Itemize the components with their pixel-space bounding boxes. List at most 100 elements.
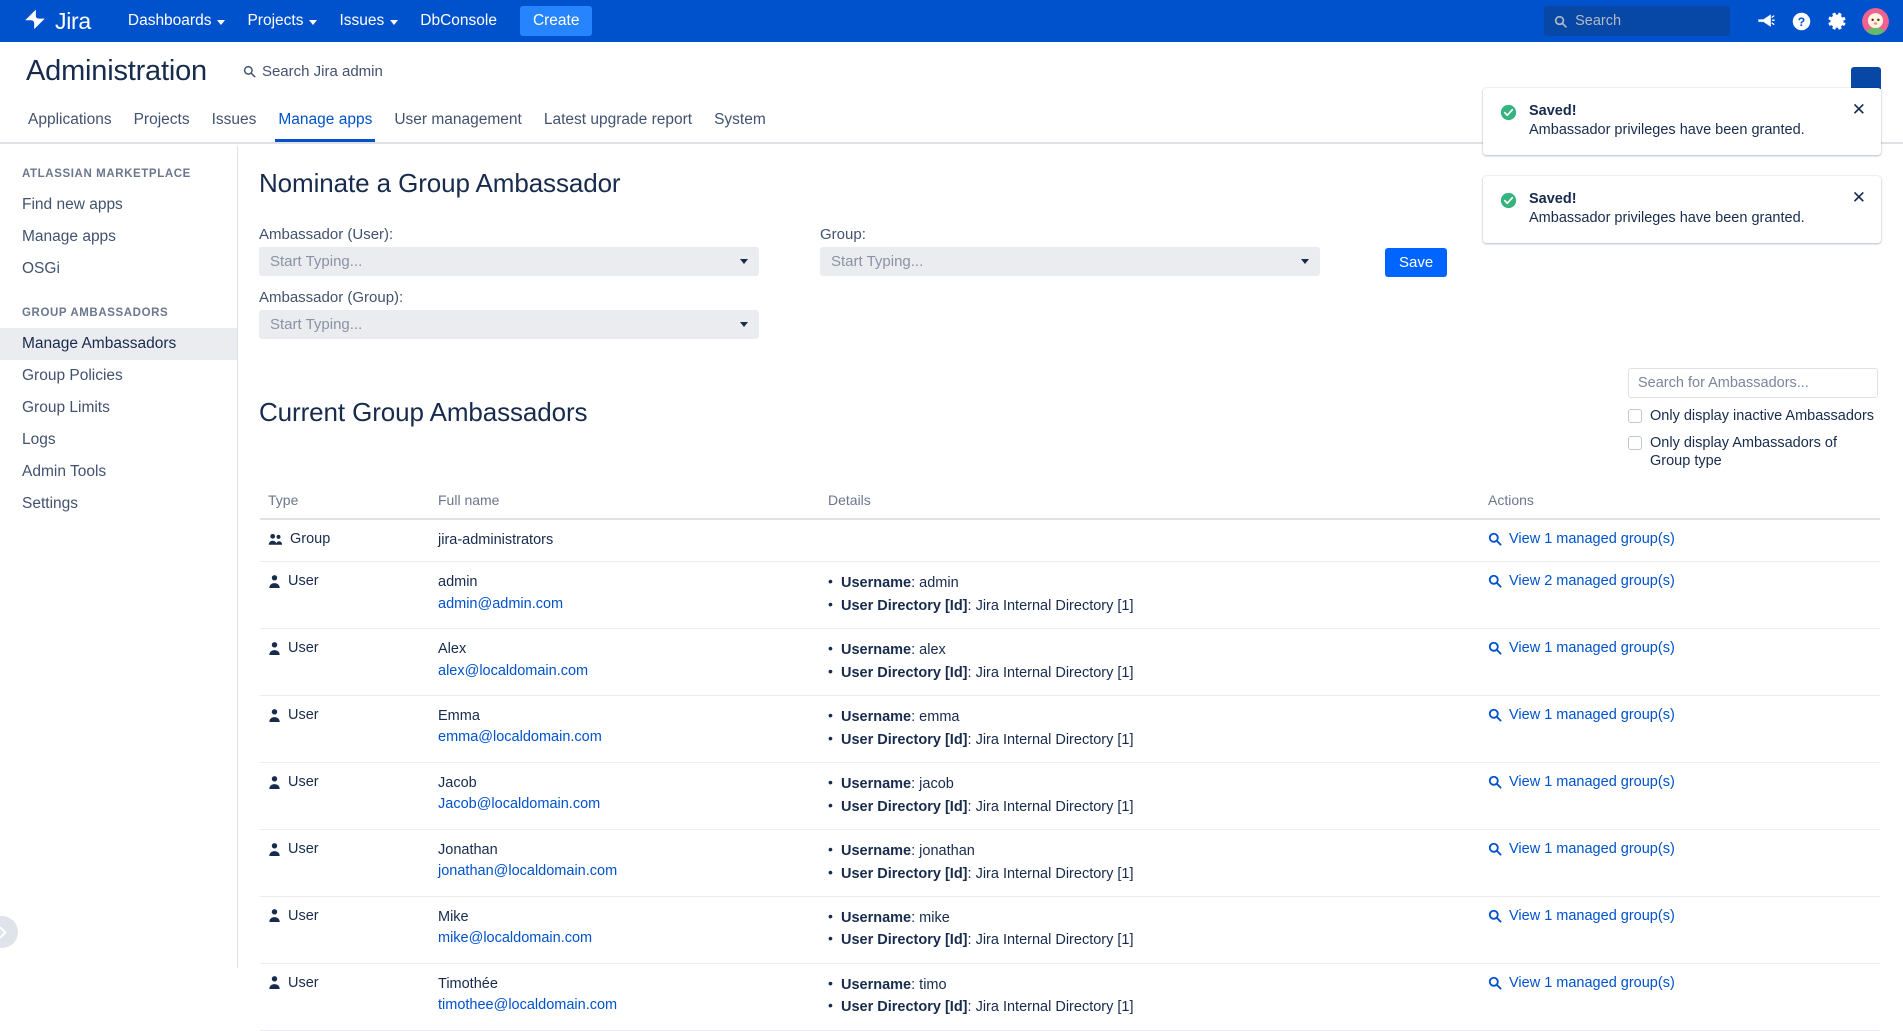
tab-system[interactable]: System bbox=[703, 108, 777, 140]
filter-group-type-ambassadors[interactable]: Only display Ambassadors of Group type bbox=[1628, 434, 1878, 470]
row-email-link[interactable]: alex@localdomain.com bbox=[438, 660, 828, 682]
table-row: User Timothée timothee@localdomain.comUser… bbox=[260, 964, 1880, 1031]
search-icon bbox=[1488, 909, 1502, 923]
row-details-list: Username: jacobUser Directory [Id]: Jira… bbox=[828, 772, 1488, 818]
toast-close-button-1[interactable]: ✕ bbox=[1852, 101, 1866, 118]
hidden-panel-peek[interactable] bbox=[1851, 67, 1881, 89]
jira-home-logo[interactable]: Jira bbox=[22, 8, 91, 34]
view-managed-groups-link[interactable]: View 1 managed group(s) bbox=[1488, 773, 1872, 790]
sidebar-item-settings[interactable]: Settings bbox=[0, 488, 237, 520]
row-email-link[interactable]: mike@localdomain.com bbox=[438, 927, 828, 949]
tab-user-management[interactable]: User management bbox=[383, 108, 533, 140]
checkbox-inactive-ambassadors[interactable] bbox=[1628, 409, 1642, 423]
tab-manage-apps[interactable]: Manage apps bbox=[267, 108, 383, 142]
view-managed-groups-link[interactable]: View 1 managed group(s) bbox=[1488, 907, 1872, 924]
create-button[interactable]: Create bbox=[519, 6, 593, 36]
tab-projects[interactable]: Projects bbox=[123, 108, 201, 140]
sidebar-group-label-group-ambassadors: GROUP AMBASSADORS bbox=[22, 307, 169, 319]
group-select[interactable]: Start Typing... bbox=[820, 247, 1320, 276]
tab-latest-upgrade-report[interactable]: Latest upgrade report bbox=[533, 108, 703, 140]
view-managed-groups-link[interactable]: View 2 managed group(s) bbox=[1488, 572, 1872, 589]
sidebar-item-manage-ambassadors[interactable]: Manage Ambassadors bbox=[0, 328, 237, 360]
toast-text-2: Saved! Ambassador privileges have been g… bbox=[1529, 191, 1805, 226]
global-search-input[interactable] bbox=[1575, 13, 1720, 29]
row-detail-directory: User Directory [Id]: Jira Internal Direc… bbox=[828, 594, 1488, 617]
row-detail-directory: User Directory [Id]: Jira Internal Direc… bbox=[828, 928, 1488, 951]
sidebar-item-admin-tools[interactable]: Admin Tools bbox=[0, 456, 237, 488]
sidebar-item-manage-apps[interactable]: Manage apps bbox=[0, 221, 237, 253]
nav-item-dashboards[interactable]: Dashboards bbox=[117, 0, 237, 42]
row-detail-directory: User Directory [Id]: Jira Internal Direc… bbox=[828, 861, 1488, 885]
search-icon bbox=[1488, 532, 1502, 546]
admin-search[interactable]: Search Jira admin bbox=[243, 63, 383, 80]
sidebar-item-find-new-apps[interactable]: Find new apps bbox=[0, 189, 237, 221]
ambassador-group-select[interactable]: Start Typing... bbox=[259, 310, 759, 339]
settings-button[interactable] bbox=[1820, 4, 1854, 38]
table-row: Group jira-administrators View 1 managed g… bbox=[260, 520, 1880, 563]
column-header-actions: Actions bbox=[1488, 492, 1534, 508]
tab-applications[interactable]: Applications bbox=[17, 108, 123, 140]
nav-item-dbconsole[interactable]: DbConsole bbox=[409, 0, 508, 42]
user-avatar[interactable] bbox=[1862, 7, 1889, 35]
search-icon bbox=[1488, 976, 1502, 990]
sidebar-item-logs[interactable]: Logs bbox=[0, 424, 237, 456]
row-full-name: Mike bbox=[438, 908, 469, 925]
row-detail-username: Username: admin bbox=[828, 571, 1488, 594]
chevron-down-icon bbox=[740, 259, 748, 264]
sidebar-group-label-marketplace: ATLASSIAN MARKETPLACE bbox=[22, 168, 191, 180]
sidebar-item-group-policies[interactable]: Group Policies bbox=[0, 360, 237, 392]
row-email-link[interactable]: Jacob@localdomain.com bbox=[438, 793, 828, 815]
announcements-button[interactable] bbox=[1748, 4, 1782, 38]
ambassador-user-select[interactable]: Start Typing... bbox=[259, 247, 759, 276]
view-managed-groups-link[interactable]: View 1 managed group(s) bbox=[1488, 530, 1872, 547]
sidebar-expand-handle[interactable] bbox=[0, 916, 18, 948]
save-button[interactable]: Save bbox=[1385, 248, 1448, 277]
primary-nav-items: Dashboards Projects Issues DbConsole Cre… bbox=[117, 0, 593, 42]
ambassador-group-label: Ambassador (Group): bbox=[259, 289, 404, 306]
row-type-label: User bbox=[288, 640, 319, 657]
view-managed-groups-link[interactable]: View 1 managed group(s) bbox=[1488, 840, 1872, 857]
row-email-link[interactable]: emma@localdomain.com bbox=[438, 726, 828, 748]
sidebar-item-group-limits[interactable]: Group Limits bbox=[0, 392, 237, 424]
table-row: User Emmaemma@localdomain.comUsername: em… bbox=[260, 696, 1880, 764]
nav-item-issues-label: Issues bbox=[339, 12, 385, 29]
row-detail-directory: User Directory [Id]: Jira Internal Direc… bbox=[828, 795, 1488, 818]
row-email-link[interactable]: timothee@localdomain.com bbox=[438, 994, 828, 1016]
view-managed-groups-label: View 1 managed group(s) bbox=[1509, 640, 1675, 657]
nav-item-projects-label: Projects bbox=[247, 12, 304, 29]
row-type-label: User bbox=[288, 774, 319, 791]
view-managed-groups-link[interactable]: View 1 managed group(s) bbox=[1488, 974, 1872, 991]
user-icon bbox=[269, 641, 280, 655]
row-name-cell: Timothée timothee@localdomain.com bbox=[438, 974, 828, 1017]
row-name-cell: Alex alex@localdomain.com bbox=[438, 639, 828, 682]
global-search-box[interactable] bbox=[1544, 6, 1730, 36]
checkbox-group-type-ambassadors[interactable] bbox=[1628, 436, 1642, 451]
view-managed-groups-link[interactable]: View 1 managed group(s) bbox=[1488, 706, 1872, 723]
row-full-name: jira-administrators bbox=[438, 532, 554, 548]
row-type-cell: User bbox=[268, 840, 438, 857]
nav-item-projects[interactable]: Projects bbox=[236, 0, 328, 42]
row-details-list: Username: jonathanUser Directory [Id]: J… bbox=[828, 839, 1488, 885]
row-detail-username: Username: alex bbox=[828, 638, 1488, 661]
nav-item-issues[interactable]: Issues bbox=[328, 0, 409, 42]
row-details-cell: Username: alexUser Directory [Id]: Jira … bbox=[828, 638, 1488, 684]
admin-search-label: Search Jira admin bbox=[261, 62, 383, 80]
row-email-link[interactable]: admin@admin.com bbox=[438, 593, 828, 615]
search-icon bbox=[1488, 642, 1502, 655]
table-row: User Mike mike@localdomain.comUsername: mi… bbox=[260, 897, 1880, 964]
sidebar-item-osgi[interactable]: OSGi bbox=[0, 253, 237, 285]
help-button[interactable]: ? bbox=[1784, 4, 1818, 38]
toast-close-button-2[interactable]: ✕ bbox=[1852, 189, 1866, 206]
ambassador-group-value: Start Typing... bbox=[270, 316, 363, 333]
tab-issues[interactable]: Issues bbox=[201, 108, 268, 140]
column-header-type: Type bbox=[268, 492, 299, 508]
row-detail-directory: User Directory [Id]: Jira Internal Direc… bbox=[828, 728, 1488, 751]
filter-inactive-ambassadors[interactable]: Only display inactive Ambassadors bbox=[1628, 407, 1878, 425]
row-email-link[interactable]: jonathan@localdomain.com bbox=[438, 860, 828, 882]
view-managed-groups-link[interactable]: View 1 managed group(s) bbox=[1488, 639, 1872, 656]
page-title: Administration bbox=[26, 54, 207, 87]
ambassador-search-input[interactable] bbox=[1628, 368, 1878, 398]
view-managed-groups-label: View 1 managed group(s) bbox=[1509, 531, 1675, 547]
toast-body-1: Ambassador privileges have been granted. bbox=[1529, 122, 1805, 138]
nominate-form: Ambassador (User): Start Typing... Ambas… bbox=[259, 226, 1903, 352]
